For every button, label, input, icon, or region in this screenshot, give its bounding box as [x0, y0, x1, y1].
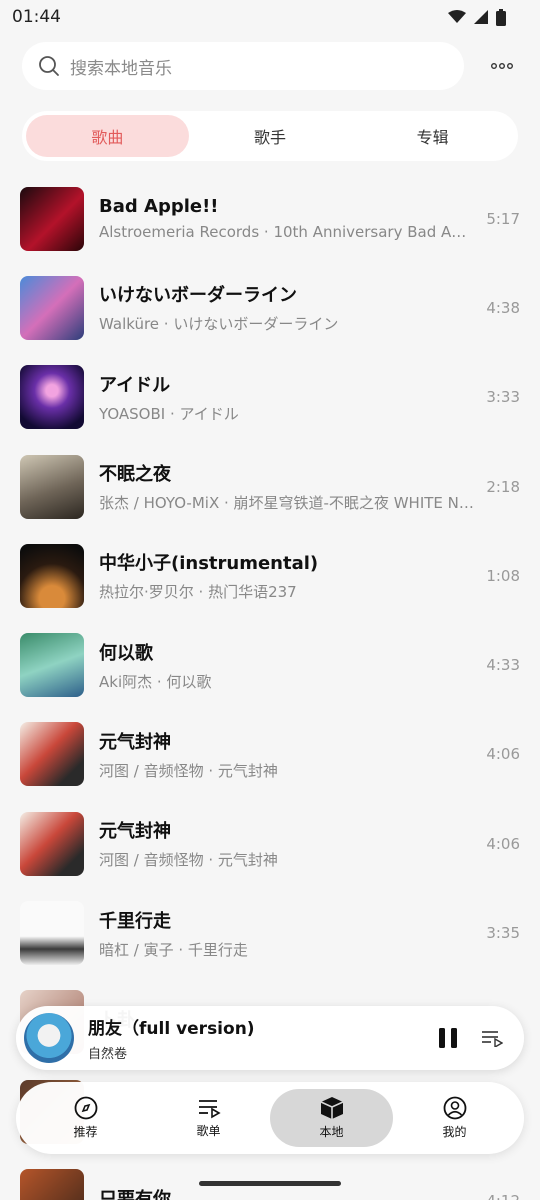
song-title: アイドル: [99, 374, 171, 396]
song-title: 不眠之夜: [99, 464, 171, 486]
song-title: 中华小子(instrumental): [99, 553, 319, 575]
song-subtitle: 热拉尔·罗贝尔 · 热门华语237: [99, 583, 297, 602]
home-indicator[interactable]: [199, 1181, 341, 1186]
nav-label: 歌单: [196, 1124, 221, 1138]
song-duration: 5:17: [486, 209, 520, 228]
box-icon: [320, 1097, 343, 1119]
song-row[interactable]: 元气封神河图 / 音频怪物 · 元气封神 4:06: [0, 710, 540, 799]
album-cover: [20, 543, 84, 608]
song-row[interactable]: 千里行走暗杠 / 寅子 · 千里行走 3:35: [0, 888, 540, 977]
mini-player[interactable]: 朋友（full version) 自然卷: [16, 1006, 524, 1070]
now-playing-cover: [24, 1013, 74, 1063]
song-row[interactable]: 元气封神河图 / 音频怪物 · 元气封神 4:06: [0, 799, 540, 888]
nav-item-mine[interactable]: 我的: [393, 1089, 516, 1147]
album-cover: [20, 633, 84, 698]
playlist-icon: [198, 1100, 221, 1119]
bottom-nav: 推荐 歌单 本地 我的: [16, 1082, 524, 1154]
tab-albums[interactable]: 专辑: [351, 115, 514, 157]
song-row[interactable]: 何以歌 Aki阿杰 · 何以歌 4:33: [0, 620, 540, 709]
queue-icon: [482, 1031, 503, 1047]
status-icons: [448, 8, 506, 26]
more-button[interactable]: [482, 46, 522, 86]
pause-button[interactable]: [426, 1016, 470, 1060]
song-subtitle: 暗杠 / 寅子 · 千里行走: [99, 940, 248, 959]
song-title: 元气封神: [99, 731, 171, 753]
signal-icon: [474, 10, 488, 24]
song-duration: 4:06: [486, 834, 520, 853]
queue-button[interactable]: [470, 1016, 514, 1060]
user-icon: [443, 1096, 466, 1120]
nav-item-recommend[interactable]: 推荐: [24, 1089, 147, 1147]
status-bar: 01:44: [0, 0, 540, 34]
song-row[interactable]: Bad Apple!! Alstroemeria Records · 10th A…: [0, 174, 540, 263]
song-row[interactable]: 中华小子(instrumental) 热拉尔·罗贝尔 · 热门华语237 1:08: [0, 531, 540, 620]
nav-label: 我的: [442, 1125, 467, 1139]
album-cover: [20, 811, 84, 876]
nav-item-playlists[interactable]: 歌单: [147, 1089, 270, 1147]
tab-songs[interactable]: 歌曲: [26, 115, 189, 157]
wifi-icon: [448, 10, 466, 23]
search-icon: [39, 56, 59, 76]
now-playing-artist: 自然卷: [88, 1047, 128, 1062]
nav-item-local[interactable]: 本地: [270, 1089, 393, 1147]
album-cover: [20, 454, 84, 519]
compass-icon: [74, 1096, 97, 1120]
song-duration: 3:33: [486, 388, 520, 407]
category-tabs: 歌曲 歌手 专辑: [22, 111, 518, 161]
song-title: 元气封神: [99, 821, 171, 843]
nav-label: 本地: [319, 1125, 344, 1139]
search-placeholder: 搜索本地音乐: [70, 58, 172, 79]
pause-icon: [439, 1028, 457, 1048]
album-cover: [20, 275, 84, 340]
song-row[interactable]: アイドル YOASOBI · アイドル 3:33: [0, 353, 540, 442]
search-row: 搜索本地音乐: [22, 42, 522, 90]
song-duration: 4:33: [486, 656, 520, 675]
song-title: Bad Apple!!: [99, 196, 219, 218]
song-row[interactable]: いけないボーダーライン Walküre · いけないボーダーライン 4:38: [0, 263, 540, 352]
song-subtitle: Walküre · いけないボーダーライン: [99, 315, 339, 334]
album-cover: [20, 186, 84, 251]
song-duration: 1:08: [486, 566, 520, 585]
song-title: 千里行走: [99, 910, 171, 932]
album-cover: [20, 901, 84, 966]
song-duration: 4:38: [486, 298, 520, 317]
song-subtitle: Alstroemeria Records · 10th Anniversary …: [99, 223, 474, 242]
song-subtitle: YOASOBI · アイドル: [99, 404, 239, 423]
album-cover: [20, 365, 84, 430]
more-icon: [491, 63, 513, 69]
song-subtitle: Aki阿杰 · 何以歌: [99, 672, 212, 691]
album-cover: [20, 722, 84, 787]
nav-label: 推荐: [73, 1125, 98, 1139]
song-title: いけないボーダーライン: [99, 285, 297, 307]
song-subtitle: 河图 / 音频怪物 · 元气封神: [99, 761, 278, 780]
song-title: 何以歌: [99, 642, 153, 664]
song-row[interactable]: 不眠之夜张杰 / HOYO-MiX · 崩坏星穹铁道-不眠之夜 WHITE NI…: [0, 442, 540, 531]
battery-icon: [496, 8, 506, 26]
song-duration: 4:06: [486, 745, 520, 764]
now-playing-title: 朋友（full version): [88, 1019, 255, 1039]
song-duration: 3:35: [486, 924, 520, 943]
song-row[interactable]: 只要有你 4:12: [0, 1156, 540, 1200]
song-duration: 2:18: [486, 477, 520, 496]
song-subtitle: 张杰 / HOYO-MiX · 崩坏星穹铁道-不眠之夜 WHITE NIGHT: [99, 494, 474, 513]
song-subtitle: 河图 / 音频怪物 · 元气封神: [99, 851, 278, 870]
tab-artists[interactable]: 歌手: [189, 115, 352, 157]
search-input[interactable]: 搜索本地音乐: [22, 42, 464, 90]
status-time: 01:44: [12, 7, 61, 27]
song-title: 只要有你: [99, 1188, 171, 1200]
song-duration: 4:12: [484, 1192, 520, 1200]
album-cover: [20, 1168, 84, 1200]
